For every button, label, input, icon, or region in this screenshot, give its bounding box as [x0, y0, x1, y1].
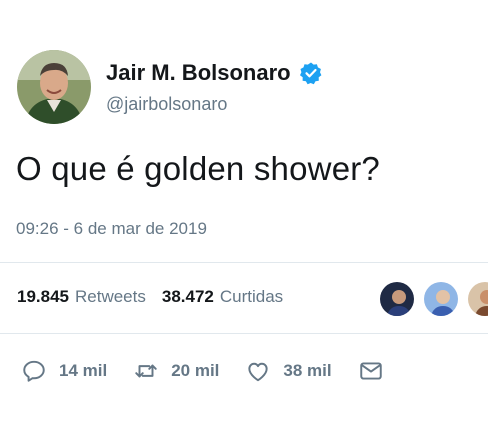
like-count: 38 mil [283, 361, 332, 380]
like-button[interactable]: 38 mil [245, 358, 332, 384]
tweet-timestamp[interactable]: 09:26 - 6 de mar de 2019 [16, 219, 207, 239]
direct-message-button[interactable] [358, 358, 384, 384]
tweet-actions: 14 mil 20 mil 38 mil [21, 358, 410, 384]
reply-icon [21, 358, 47, 384]
likes-label[interactable]: Curtidas [220, 287, 283, 307]
user-handle[interactable]: @jairbolsonaro [106, 94, 323, 115]
retweet-icon [133, 358, 159, 384]
retweets-count[interactable]: 19.845 [17, 287, 69, 307]
retweet-count: 20 mil [171, 361, 220, 380]
like-icon [245, 358, 271, 384]
reply-count: 14 mil [59, 361, 108, 380]
verified-badge-icon [299, 61, 323, 85]
liker-avatars [378, 280, 488, 318]
liker-avatar[interactable] [378, 280, 416, 318]
direct-message-icon [358, 358, 384, 384]
reply-button[interactable]: 14 mil [21, 358, 107, 384]
retweets-label[interactable]: Retweets [75, 287, 146, 307]
divider [0, 333, 488, 334]
likes-count[interactable]: 38.472 [162, 287, 214, 307]
retweet-button[interactable]: 20 mil [133, 358, 219, 384]
display-name[interactable]: Jair M. Bolsonaro [106, 60, 291, 86]
tweet-stats: 19.845 Retweets 38.472 Curtidas [17, 287, 283, 307]
tweet-text: O que é golden shower? [16, 150, 380, 187]
liker-avatar[interactable] [422, 280, 460, 318]
tweet-header: Jair M. Bolsonaro @jairbolsonaro [17, 50, 323, 124]
liker-avatar[interactable] [466, 280, 488, 318]
avatar[interactable] [17, 50, 91, 124]
divider [0, 262, 488, 263]
